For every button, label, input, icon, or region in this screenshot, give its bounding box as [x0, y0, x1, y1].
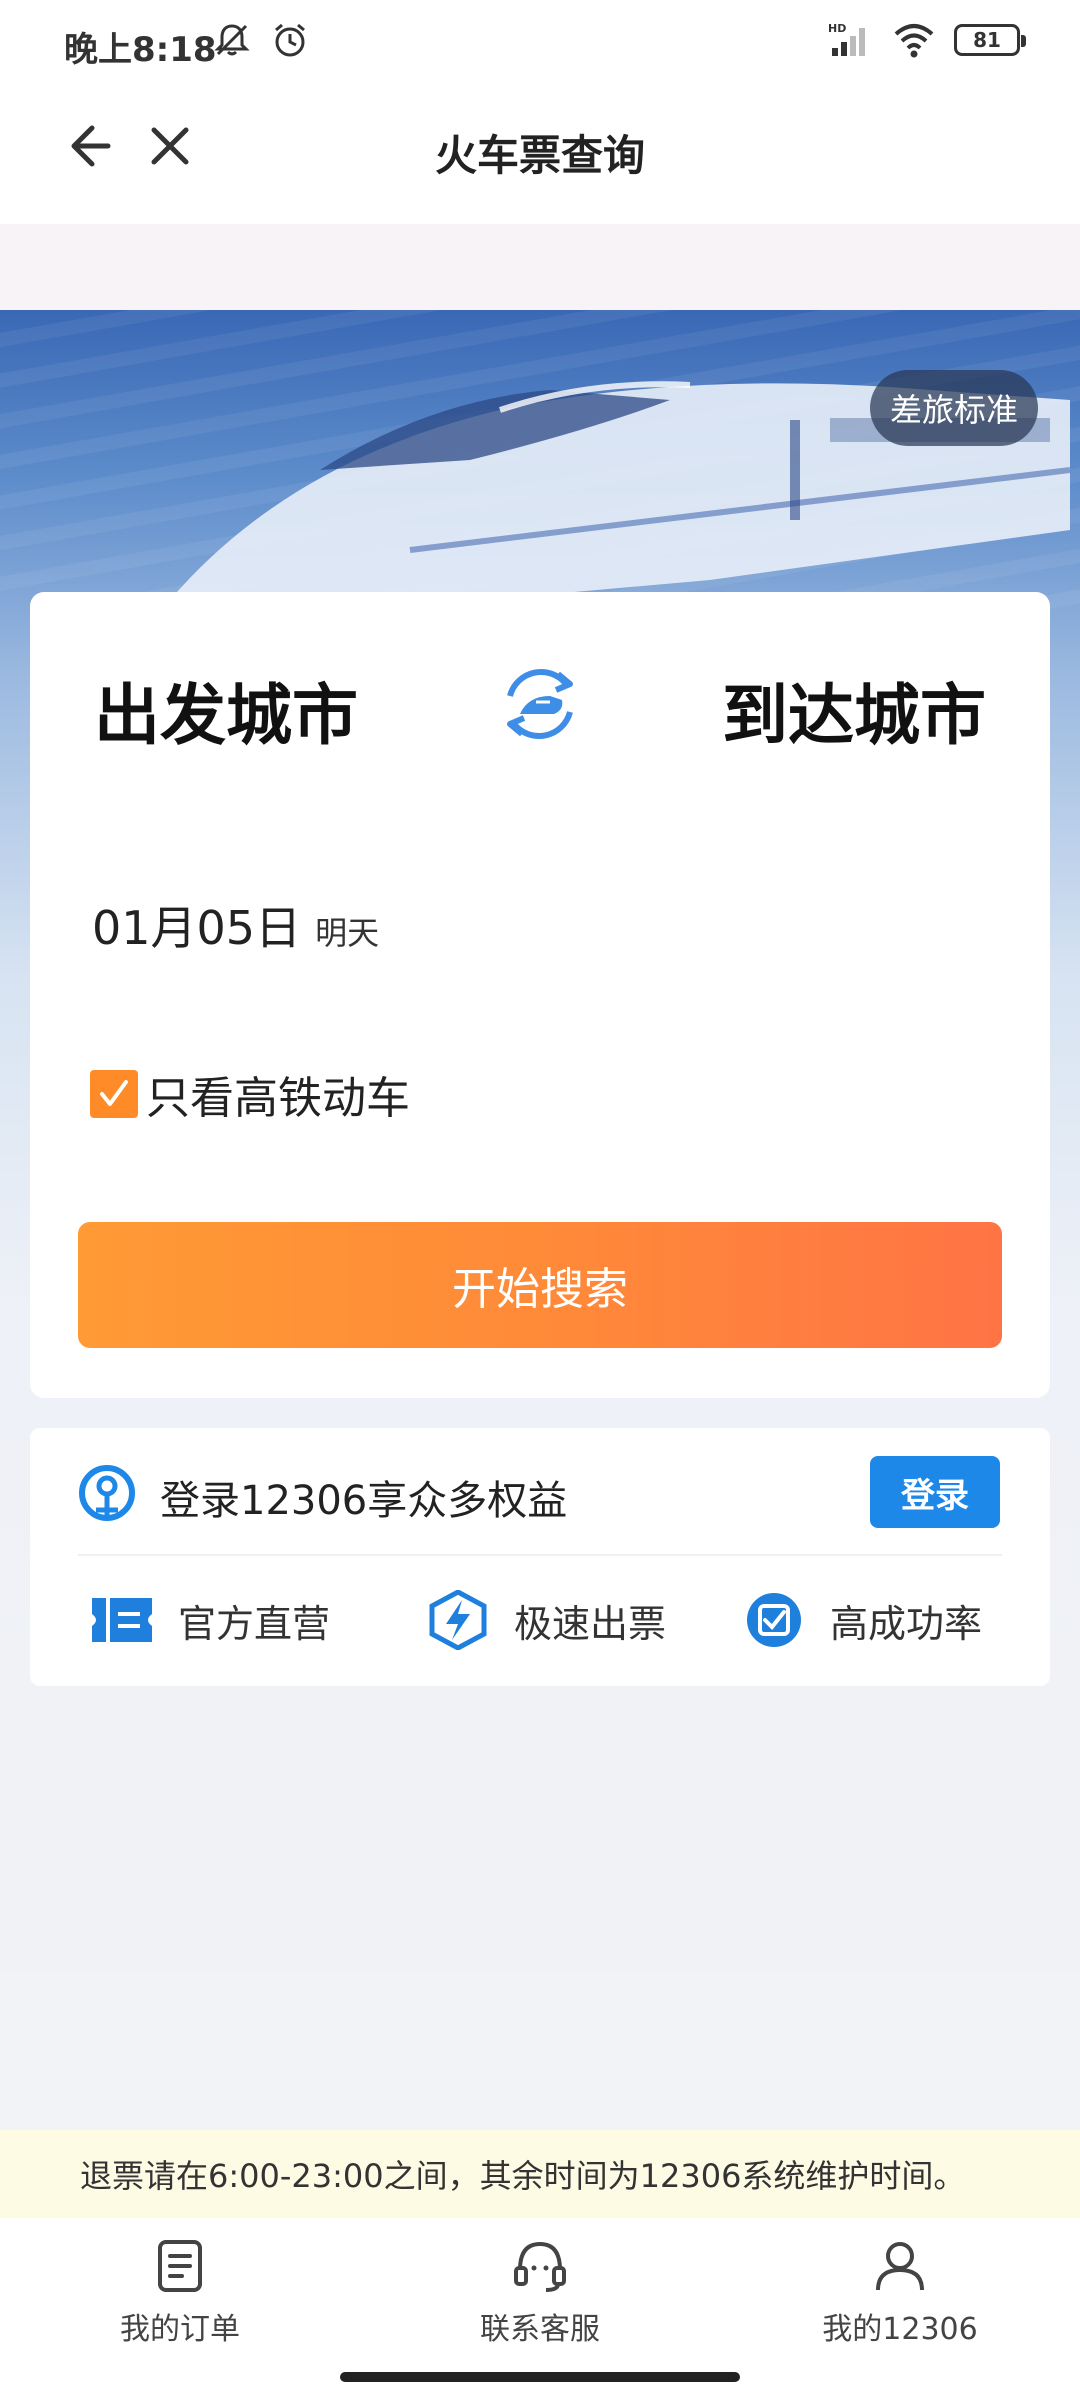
checkbox-checked[interactable]: [90, 1070, 138, 1118]
divider: [78, 1554, 1002, 1556]
railway-logo-icon: [79, 1465, 135, 1521]
tab-my-12306[interactable]: 我的12306: [790, 2238, 1010, 2348]
feature-official: 官方直营: [90, 1590, 330, 1650]
start-search-button[interactable]: 开始搜索: [78, 1222, 1002, 1348]
user-icon: [876, 2242, 924, 2291]
wifi-icon: [894, 24, 934, 58]
arrival-city[interactable]: 到达城市: [722, 662, 986, 758]
tab-label: 联系客服: [480, 2312, 600, 2347]
status-bar: 晚上8:18 HD 81: [0, 0, 1080, 84]
login-promo-text: 登录12306享众多权益: [160, 1478, 568, 1524]
tab-customer-service[interactable]: 联系客服: [430, 2238, 650, 2348]
check-badge-icon: [747, 1593, 801, 1647]
date-relative-label: 明天: [315, 914, 380, 952]
page-title: 火车票查询: [434, 131, 645, 180]
feature-label: 官方直营: [178, 1601, 331, 1646]
status-right-icons: HD 81: [828, 22, 1026, 58]
departure-date[interactable]: 01月05日 明天: [92, 892, 379, 958]
headset-icon: [514, 2241, 566, 2292]
tab-label: 我的订单: [120, 2312, 240, 2347]
lightning-icon: [429, 1590, 487, 1650]
login-button[interactable]: 登录: [870, 1456, 1000, 1528]
battery-indicator: 81: [954, 24, 1026, 56]
nav-bar: 火车票查询: [0, 84, 1080, 224]
status-left-icons: [212, 20, 310, 60]
high-speed-only-toggle[interactable]: 只看高铁动车: [90, 1062, 410, 1126]
tab-my-orders[interactable]: 我的订单: [70, 2238, 290, 2348]
order-icon: [158, 2240, 202, 2292]
checkbox-label: 只看高铁动车: [146, 1073, 410, 1124]
status-time: 晚上8:18: [64, 30, 217, 70]
travel-standard-button[interactable]: 差旅标准: [869, 370, 1038, 446]
svg-text:HD: HD: [828, 22, 846, 35]
checkmark-icon: [100, 1080, 128, 1106]
feature-success: 高成功率: [742, 1590, 982, 1650]
date-value: 01月05日: [92, 901, 302, 955]
departure-city[interactable]: 出发城市: [94, 662, 358, 758]
signal-icon: HD: [828, 22, 865, 56]
feature-label: 极速出票: [514, 1601, 667, 1646]
login-card: 登录12306享众多权益 登录 官方直营 极速出票 高成功率: [30, 1428, 1050, 1686]
search-card: 出发城市 到达城市 01月05日 明天 只看高铁动车 开始搜索: [30, 592, 1050, 1398]
header-spacer: [0, 224, 1080, 310]
home-indicator[interactable]: [340, 2372, 740, 2382]
alarm-icon: [275, 23, 305, 57]
feature-label: 高成功率: [830, 1601, 983, 1646]
mute-icon: [214, 24, 250, 56]
swap-cities-icon[interactable]: [492, 656, 588, 752]
ticket-icon: [92, 1598, 152, 1642]
refund-notice: 退票请在6:00-23:00之间，其余时间为12306系统维护时间。: [0, 2130, 1080, 2218]
feature-fast: 极速出票: [426, 1590, 666, 1650]
tab-label: 我的12306: [822, 2312, 978, 2347]
